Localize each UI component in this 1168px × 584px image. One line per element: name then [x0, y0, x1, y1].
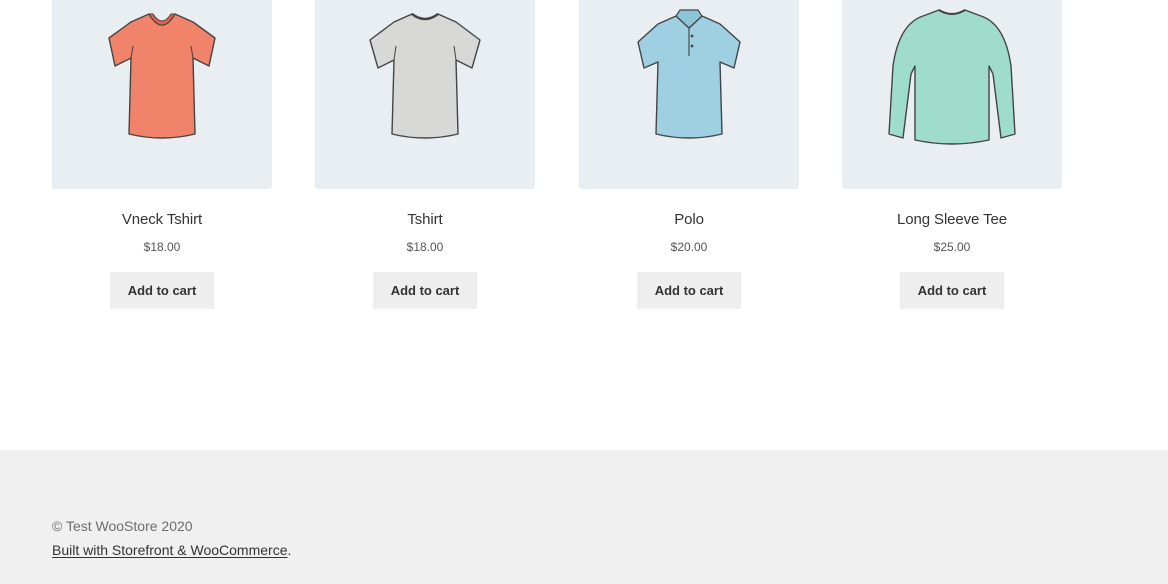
product-image[interactable]: [315, 0, 535, 189]
product-card: Long Sleeve Tee $25.00 Add to cart: [842, 0, 1062, 309]
product-card: Vneck Tshirt $18.00 Add to cart: [52, 0, 272, 309]
vneck-shirt-icon: [108, 13, 216, 139]
footer-credit-link[interactable]: Built with Storefront & WooCommerce: [52, 542, 288, 558]
add-to-cart-button[interactable]: Add to cart: [372, 272, 478, 309]
product-price: $20.00: [670, 240, 708, 254]
add-to-cart-button[interactable]: Add to cart: [636, 272, 742, 309]
add-to-cart-button[interactable]: Add to cart: [109, 272, 215, 309]
footer-copyright: © Test WooStore 2020: [52, 518, 193, 534]
product-card: Polo $20.00 Add to cart: [579, 0, 799, 309]
polo-shirt-icon: [637, 9, 741, 139]
product-card: Tshirt $18.00 Add to cart: [315, 0, 535, 309]
product-price: $18.00: [406, 240, 444, 254]
product-title[interactable]: Long Sleeve Tee: [842, 211, 1062, 229]
product-title[interactable]: Polo: [579, 211, 799, 229]
footer-credit: Built with Storefront & WooCommerce.: [52, 542, 291, 559]
product-price: $18.00: [143, 240, 181, 254]
add-to-cart-button[interactable]: Add to cart: [899, 272, 1005, 309]
product-price: $25.00: [933, 240, 971, 254]
product-image[interactable]: [52, 0, 272, 189]
product-image[interactable]: [579, 0, 799, 189]
product-grid: Vneck Tshirt $18.00 Add to cart Tshirt $…: [0, 0, 1168, 450]
footer-credit-suffix: .: [287, 542, 292, 558]
product-title[interactable]: Vneck Tshirt: [52, 211, 272, 229]
product-title[interactable]: Tshirt: [315, 211, 535, 229]
site-footer: © Test WooStore 2020 Built with Storefro…: [0, 450, 1168, 584]
product-image[interactable]: [842, 0, 1062, 189]
long-sleeve-tee-icon: [888, 9, 1016, 145]
tshirt-icon: [369, 13, 481, 139]
